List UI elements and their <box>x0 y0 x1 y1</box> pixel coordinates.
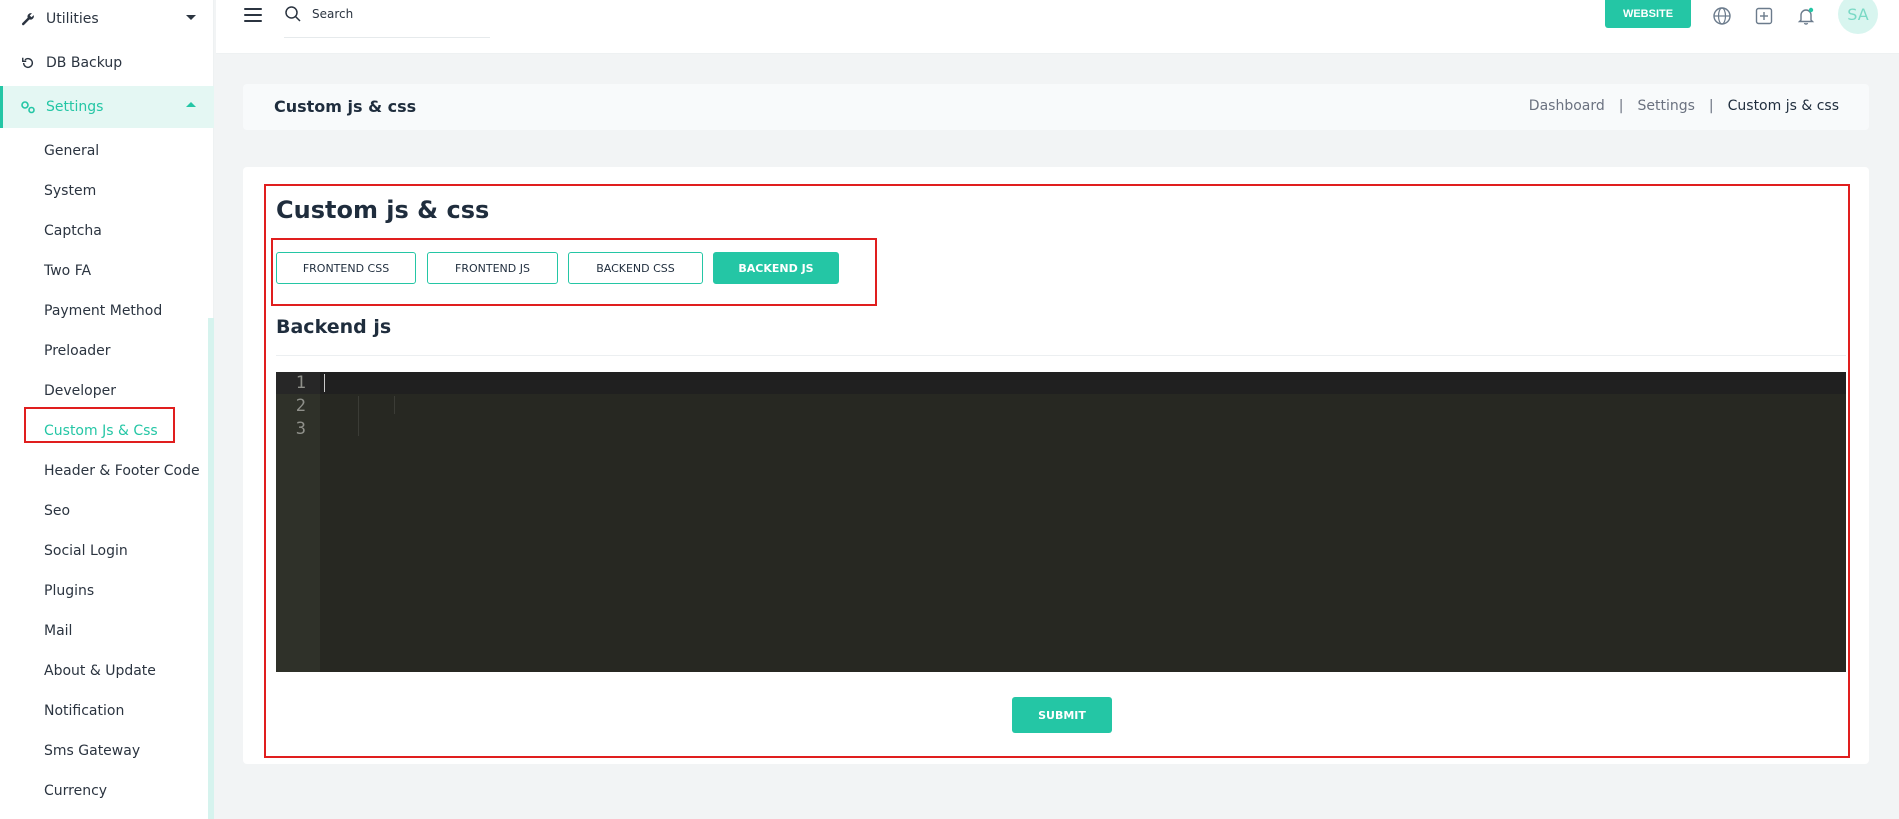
code-editor[interactable]: 1 2 3 <box>276 372 1846 672</box>
editor-gutter <box>276 372 320 672</box>
line-number: 2 <box>295 396 306 416</box>
sidebar-subitem-mail[interactable]: Mail <box>44 621 72 641</box>
tab-frontend-js[interactable]: FRONTEND JS <box>427 252 558 284</box>
wrench-icon <box>20 11 36 27</box>
line-number: 3 <box>295 419 306 439</box>
indent-guide <box>394 396 395 414</box>
sidebar-subitem-header-footer-code[interactable]: Header & Footer Code <box>44 461 200 481</box>
topbar: WEBSITE SA <box>216 0 1899 54</box>
caret-down-icon <box>186 15 196 20</box>
sidebar-subitem-custom-js-css[interactable]: Custom Js & Css <box>44 421 158 441</box>
sidebar: Utilities DB Backup Settings General Sys… <box>0 0 214 819</box>
breadcrumb-current: Custom js & css <box>1727 98 1839 114</box>
sidebar-subitem-payment-method[interactable]: Payment Method <box>44 301 162 321</box>
website-button[interactable]: WEBSITE <box>1605 0 1691 28</box>
bell-icon[interactable] <box>1795 5 1817 27</box>
sidebar-subitem-captcha[interactable]: Captcha <box>44 221 102 241</box>
sidebar-subitem-two-fa[interactable]: Two FA <box>44 261 91 281</box>
search-icon <box>284 5 302 23</box>
sidebar-subitem-about-update[interactable]: About & Update <box>44 661 156 681</box>
sidebar-item-settings[interactable]: Settings <box>0 86 214 128</box>
cogs-icon <box>20 99 36 115</box>
sidebar-subitem-sms-gateway[interactable]: Sms Gateway <box>44 741 140 761</box>
add-square-icon[interactable] <box>1753 5 1775 27</box>
sidebar-item-label: DB Backup <box>46 55 123 71</box>
section-title: Backend js <box>276 316 392 338</box>
sidebar-subitem-plugins[interactable]: Plugins <box>44 581 94 601</box>
breadcrumb: Dashboard | Settings | Custom js & css <box>1529 98 1839 114</box>
page-title: Custom js & css <box>274 97 417 116</box>
search-box <box>284 0 490 38</box>
line-number: 1 <box>295 373 306 393</box>
sidebar-item-label: Utilities <box>46 11 99 27</box>
active-line <box>320 372 1846 394</box>
history-icon <box>20 55 36 71</box>
card-title: Custom js & css <box>276 196 490 224</box>
sidebar-subitem-social-login[interactable]: Social Login <box>44 541 128 561</box>
avatar[interactable]: SA <box>1838 0 1878 34</box>
sidebar-subitem-preloader[interactable]: Preloader <box>44 341 111 361</box>
page-header: Custom js & css Dashboard | Settings | C… <box>243 84 1869 130</box>
tab-frontend-css[interactable]: FRONTEND CSS <box>276 252 416 284</box>
sidebar-subitem-system[interactable]: System <box>44 181 96 201</box>
sidebar-subitem-general[interactable]: General <box>44 141 99 161</box>
tab-backend-js[interactable]: BACKEND JS <box>713 252 839 284</box>
submit-button[interactable]: SUBMIT <box>1012 697 1112 733</box>
breadcrumb-separator: | <box>1618 98 1624 114</box>
sidebar-item-label: Settings <box>46 99 104 115</box>
sidebar-subitem-notification[interactable]: Notification <box>44 701 124 721</box>
sidebar-subitem-developer[interactable]: Developer <box>44 381 116 401</box>
sidebar-scrollbar[interactable] <box>208 318 214 819</box>
hamburger-menu-icon[interactable] <box>244 8 262 24</box>
sidebar-subitem-currency[interactable]: Currency <box>44 781 107 801</box>
main-card: Custom js & css FRONTEND CSS FRONTEND JS… <box>243 167 1869 764</box>
search-input[interactable] <box>312 4 482 24</box>
sidebar-subitem-seo[interactable]: Seo <box>44 501 70 521</box>
sidebar-item-utilities[interactable]: Utilities <box>0 0 214 40</box>
text-cursor <box>324 374 325 392</box>
breadcrumb-dashboard[interactable]: Dashboard <box>1529 98 1605 114</box>
indent-guide <box>358 396 359 436</box>
breadcrumb-separator: | <box>1708 98 1714 114</box>
breadcrumb-settings[interactable]: Settings <box>1637 98 1694 114</box>
tab-backend-css[interactable]: BACKEND CSS <box>568 252 703 284</box>
divider <box>276 355 1846 356</box>
sidebar-item-db-backup[interactable]: DB Backup <box>0 42 214 84</box>
caret-up-icon <box>186 102 196 107</box>
globe-icon[interactable] <box>1711 5 1733 27</box>
